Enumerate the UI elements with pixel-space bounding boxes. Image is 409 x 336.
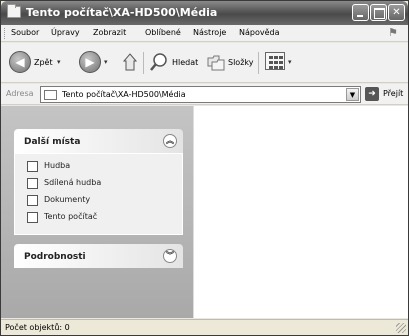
chevron-down-icon[interactable]: ▼	[346, 88, 359, 101]
views-grid-icon[interactable]	[265, 52, 285, 70]
menu-bar: Soubor Úpravy Zobrazit Oblíbené Nástroje…	[1, 25, 408, 42]
expand-chevron-icon[interactable]: ︾	[163, 249, 177, 263]
folders-button-label[interactable]: Složky	[228, 58, 253, 67]
window-title: Tento počítač\XA-HD500\Média	[26, 6, 218, 19]
folders-icon[interactable]	[207, 53, 225, 71]
back-arrow-icon[interactable]: ◀	[9, 51, 31, 73]
menu-view[interactable]: Zobrazit	[93, 28, 126, 37]
collapse-chevron-icon[interactable]: ︽	[163, 134, 177, 148]
address-input[interactable]: Tento počítač\XA-HD500\Média ▼	[40, 86, 361, 103]
close-button[interactable]: ✕	[388, 4, 405, 21]
folder-up-icon[interactable]	[123, 53, 137, 71]
search-icon[interactable]	[149, 52, 169, 72]
menu-edit[interactable]: Úpravy	[51, 28, 80, 37]
menu-favorites[interactable]: Oblíbené	[145, 28, 181, 37]
details-header[interactable]: Podrobnosti ︾	[14, 244, 183, 268]
toolbar-separator	[258, 52, 259, 74]
minimize-button[interactable]	[352, 4, 369, 21]
folder-icon	[7, 4, 21, 18]
other-places-title: Další místa	[24, 137, 81, 147]
details-title: Podrobnosti	[24, 252, 86, 262]
object-count: Počet objektů: 0	[5, 323, 70, 332]
menu-file[interactable]: Soubor	[11, 28, 39, 37]
resize-grip-icon[interactable]	[396, 323, 406, 333]
shared-music-folder-icon	[27, 178, 38, 189]
address-label: Adresa	[6, 89, 34, 98]
maximize-button[interactable]	[370, 4, 387, 21]
explorer-window: Tento počítač\XA-HD500\Média ✕ Soubor Úp…	[0, 0, 409, 336]
file-list-area[interactable]	[193, 106, 408, 318]
standard-toolbar: ◀ Zpět ▾ ▶ ▾ Hledat Složky ▾	[1, 43, 408, 83]
other-places-header[interactable]: Další místa ︽	[14, 129, 183, 153]
menu-tools[interactable]: Nástroje	[193, 28, 226, 37]
address-bar: Adresa Tento počítač\XA-HD500\Média ▼ ➜ …	[1, 84, 408, 105]
back-button-label[interactable]: Zpět	[34, 58, 53, 67]
menu-help[interactable]: Nápověda	[239, 28, 280, 37]
address-value[interactable]: Tento počítač\XA-HD500\Média	[62, 90, 186, 99]
search-button-label[interactable]: Hledat	[172, 58, 198, 67]
windows-logo-icon: ⚑	[388, 26, 398, 39]
music-folder-icon	[27, 161, 38, 172]
go-button-label[interactable]: Přejít	[383, 89, 403, 98]
place-label[interactable]: Dokumenty	[44, 195, 90, 204]
folder-icon	[44, 90, 57, 100]
computer-icon	[27, 212, 38, 223]
toolbar-separator	[143, 52, 144, 74]
toolbar-grip[interactable]	[4, 28, 6, 39]
task-pane: Další místa ︽ Hudba Sdílená hudba Dokume…	[1, 106, 193, 318]
go-arrow-icon[interactable]: ➜	[365, 87, 379, 101]
place-label[interactable]: Hudba	[44, 161, 70, 170]
title-bar[interactable]: Tento počítač\XA-HD500\Média ✕	[1, 1, 408, 25]
documents-folder-icon	[27, 195, 38, 206]
forward-arrow-icon[interactable]: ▶	[79, 51, 101, 73]
views-dropdown-icon[interactable]: ▾	[288, 58, 292, 66]
back-dropdown-icon[interactable]: ▾	[57, 58, 61, 66]
place-label[interactable]: Tento počítač	[44, 212, 97, 221]
other-places-list: Hudba Sdílená hudba Dokumenty Tento počí…	[14, 153, 183, 235]
status-bar: Počet objektů: 0	[1, 319, 408, 335]
place-label[interactable]: Sdílená hudba	[44, 178, 101, 187]
forward-dropdown-icon[interactable]: ▾	[104, 58, 108, 66]
